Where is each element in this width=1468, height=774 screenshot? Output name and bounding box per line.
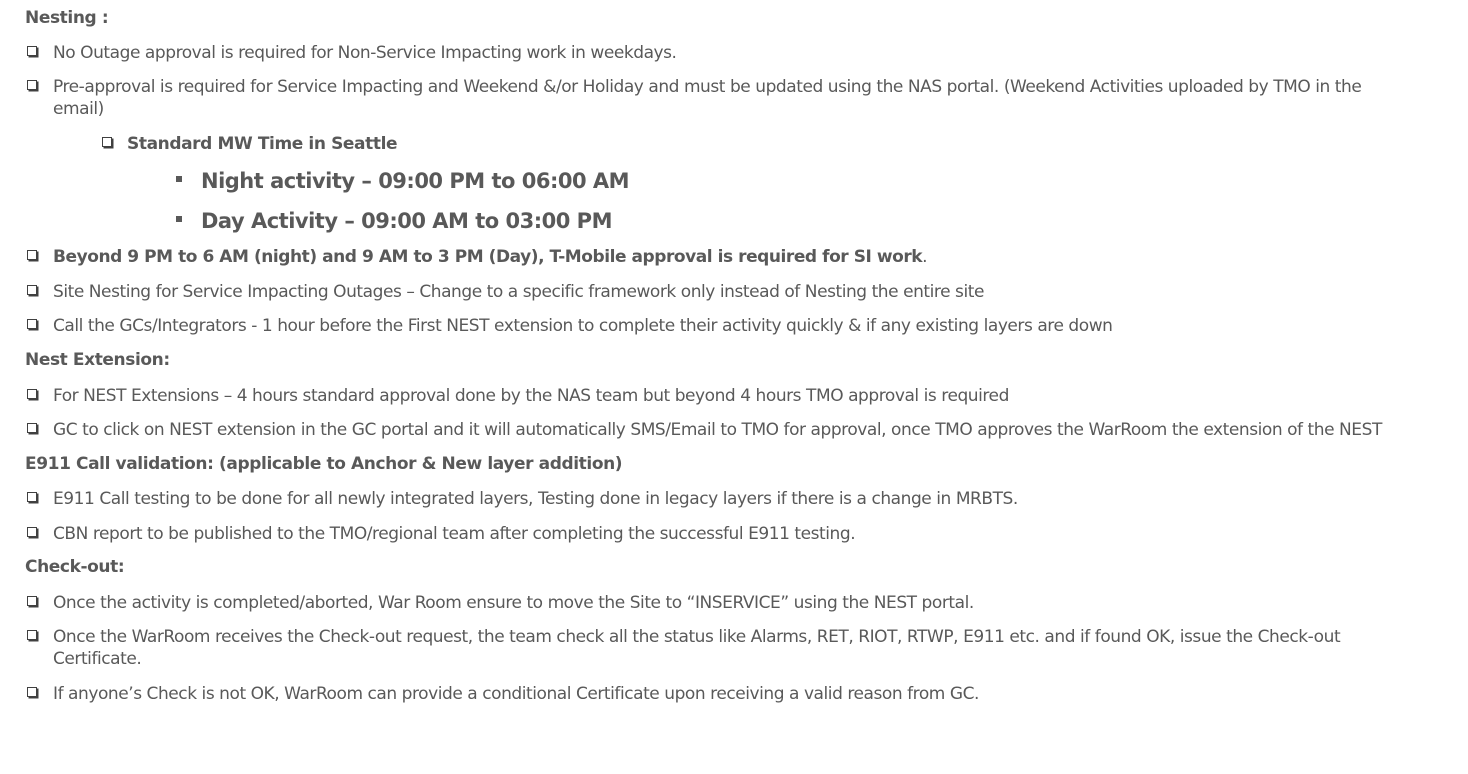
checkbox-bullet-icon <box>27 80 37 90</box>
sub-sub-list-item: Day Activity – 09:00 AM to 03:00 PM <box>175 208 612 234</box>
list-item: Beyond 9 PM to 6 AM (night) and 9 AM to … <box>25 246 1425 268</box>
square-bullet-icon <box>176 176 182 182</box>
day-activity-text: Day Activity – 09:00 AM to 03:00 PM <box>201 209 612 233</box>
checkbox-bullet-icon <box>27 423 37 433</box>
heading-nest-extension: Nest Extension: <box>25 350 170 370</box>
checkbox-bullet-icon <box>27 492 37 502</box>
list-item: Once the WarRoom receives the Check-out … <box>25 626 1425 670</box>
list-item: For NEST Extensions – 4 hours standard a… <box>25 385 1425 407</box>
checkbox-bullet-icon <box>27 596 37 606</box>
list-item-text: Once the WarRoom receives the Check-out … <box>53 627 1341 669</box>
list-item-text: Once the activity is completed/aborted, … <box>53 593 974 613</box>
list-item-text: E911 Call testing to be done for all new… <box>53 489 1018 509</box>
list-item-text: If anyone’s Check is not OK, WarRoom can… <box>53 684 979 704</box>
sub-sub-list-item: Night activity – 09:00 PM to 06:00 AM <box>175 168 630 194</box>
square-bullet-icon <box>176 216 182 222</box>
period-text: . <box>922 247 928 267</box>
sub-list-item: Standard MW Time in Seattle <box>100 133 398 155</box>
checkbox-bullet-icon <box>27 389 37 399</box>
checkbox-bullet-icon <box>27 687 37 697</box>
list-item: Pre-approval is required for Service Imp… <box>25 76 1425 120</box>
list-item: E911 Call testing to be done for all new… <box>25 488 1425 510</box>
approval-bold-text: Beyond 9 PM to 6 AM (night) and 9 AM to … <box>53 247 923 267</box>
list-item: If anyone’s Check is not OK, WarRoom can… <box>25 683 1425 705</box>
list-item-text: For NEST Extensions – 4 hours standard a… <box>53 386 1009 406</box>
checkbox-bullet-icon <box>27 527 37 537</box>
list-item-text: Call the GCs/Integrators - 1 hour before… <box>53 316 1113 336</box>
list-item: Once the activity is completed/aborted, … <box>25 592 1425 614</box>
standard-mw-label: Standard MW Time in Seattle <box>127 134 398 154</box>
list-item: Call the GCs/Integrators - 1 hour before… <box>25 315 1425 337</box>
heading-check-out: Check-out: <box>25 557 125 577</box>
heading-e911: E911 Call validation: (applicable to Anc… <box>25 454 623 474</box>
list-item-text: CBN report to be published to the TMO/re… <box>53 524 856 544</box>
checkbox-bullet-icon <box>27 319 37 329</box>
list-item-text: GC to click on NEST extension in the GC … <box>53 420 1382 440</box>
list-item: CBN report to be published to the TMO/re… <box>25 523 1425 545</box>
checkbox-bullet-icon <box>27 46 37 56</box>
checkbox-bullet-icon <box>27 250 37 260</box>
list-item-text: Site Nesting for Service Impacting Outag… <box>53 282 984 302</box>
checkbox-bullet-icon <box>27 285 37 295</box>
list-item-text: No Outage approval is required for Non-S… <box>53 43 677 63</box>
list-item-text: Beyond 9 PM to 6 AM (night) and 9 AM to … <box>53 246 1425 268</box>
list-item: No Outage approval is required for Non-S… <box>25 42 1425 64</box>
list-item-text: Pre-approval is required for Service Imp… <box>53 77 1362 119</box>
list-item: GC to click on NEST extension in the GC … <box>25 419 1425 441</box>
checkbox-bullet-icon <box>27 630 37 640</box>
checkbox-bullet-icon <box>102 137 112 147</box>
night-activity-text: Night activity – 09:00 PM to 06:00 AM <box>201 169 630 193</box>
list-item: Site Nesting for Service Impacting Outag… <box>25 281 1425 303</box>
heading-nesting: Nesting : <box>25 8 109 28</box>
